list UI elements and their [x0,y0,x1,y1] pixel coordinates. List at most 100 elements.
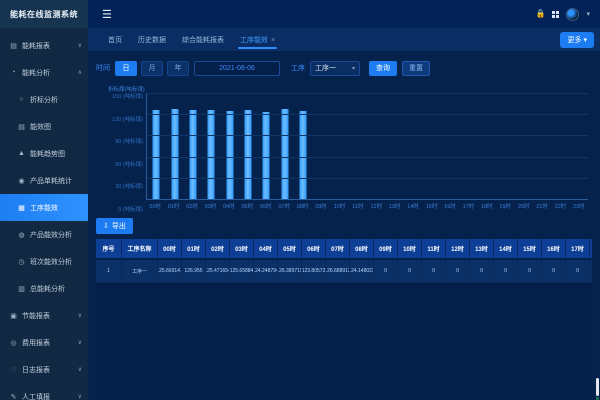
data-table: 序号工序名称00时01时02时03时04时05时06时07时08时09时10时1… [96,239,592,400]
sidebar-item-log-report[interactable]: ◌日志报表∨ [0,356,88,383]
saving-icon: ▣ [9,312,18,320]
x-tick-label: 04时 [220,200,238,211]
bar-06时 [263,112,270,199]
process-label: 工序 [291,63,305,73]
x-tick-label: 06时 [257,200,275,211]
table-cell-value: 126.389719 [278,260,302,283]
sidebar-item-label: 能耗报表 [22,41,78,51]
table-header-cell: 10时 [398,239,422,260]
x-tick-label: 19时 [496,200,514,211]
x-tick-label: 02时 [183,200,201,211]
x-tick-label: 13时 [385,200,403,211]
x-tick-label: 08时 [293,200,311,211]
edit-icon: ✎ [9,393,18,400]
sidebar-item-process-efficiency[interactable]: ▦ 工序能效 [0,194,88,221]
x-tick-label: 03时 [201,200,219,211]
sidebar: 能耗在线监测系统 ▤能耗报表∨◔能耗分析∧○折标分析▤能效图▲能耗趋势图◉产品单… [0,0,88,400]
more-button[interactable]: 更多▾ [560,32,594,48]
x-tick-label: 16时 [441,200,459,211]
x-tick-label: 14时 [404,200,422,211]
lock-icon[interactable]: 🔒 [536,10,546,18]
tab-历史数据[interactable]: 历史数据 [130,35,174,51]
table-cell-value: 0 [398,260,422,283]
process-icon: ▦ [17,204,26,212]
chevron-down-icon: ▾ [583,36,587,44]
date-input[interactable] [194,61,280,76]
sidebar-item-label: 总能耗分析 [30,284,82,294]
y-tick-label: 60 (吨标煤) [115,163,143,168]
tab-首页[interactable]: 首页 [100,35,130,51]
reset-button[interactable]: 重置 [402,61,430,76]
sidebar-item-saving-report[interactable]: ▣节能报表∨ [0,302,88,329]
scrollbar[interactable] [596,378,599,396]
content: 时间 日月年 工序 工序一 ▾ 查询 重置 折标煤(吨标煤) 150 (吨标煤)… [88,51,600,400]
export-button[interactable]: ⇩ 导出 [96,218,133,234]
bar-slot [368,93,386,199]
sidebar-item-label: 日志报表 [22,365,78,375]
sidebar-item-shift-efficiency[interactable]: ◷班次能效分析 [0,248,88,275]
period-button-月[interactable]: 月 [141,61,163,76]
tab-label: 历史数据 [138,37,166,44]
table-cell-value: 125.65884 [230,260,254,283]
table-header-cell: 02时 [206,239,230,260]
bar-03时 [208,110,215,199]
hamburger-icon[interactable]: ☰ [102,8,112,21]
table-cell-value: 126.955 [182,260,206,283]
tab-工序能效[interactable]: 工序能效× [232,35,283,51]
table-cell-value: 123.80573 [302,260,326,283]
table-header-cell: 08时 [350,239,374,260]
sidebar-item-manual-entry[interactable]: ✎人工填报∨ [0,383,88,400]
product-icon: ◍ [17,231,26,239]
bar-slot [239,93,257,199]
tabbar: 更多▾ 首页 历史数据 综合能耗报表工序能效× [88,28,600,51]
filter-bar: 时间 日月年 工序 工序一 ▾ 查询 重置 [96,57,592,79]
sidebar-item-label: 费用报表 [22,338,78,348]
tab-综合能耗报表[interactable]: 综合能耗报表 [174,35,232,51]
sidebar-item-energy-trend[interactable]: ▲能耗趋势图 [0,140,88,167]
x-tick-label: 00时 [146,200,164,211]
sidebar-item-product-efficiency[interactable]: ◍ 产品能效分析 [0,221,88,248]
x-tick-label: 12时 [367,200,385,211]
bar-04时 [226,111,233,199]
chevron-down-icon: ∨ [78,42,82,49]
process-select[interactable]: 工序一 ▾ [310,61,360,76]
table-cell-index: 1 [96,260,122,283]
sidebar-item-label: 产品能效分析 [30,230,82,240]
table-cell-value: 125.471654 [206,260,230,283]
sidebar-item-cost-report[interactable]: ◎费用报表∨ [0,329,88,356]
y-tick-label: 90 (吨标煤) [115,140,143,145]
close-icon[interactable]: × [271,37,275,44]
sidebar-item-label: 工序能效 [30,203,82,213]
bar-slot [386,93,404,199]
table-cell-value: 124.148023 [350,260,374,283]
x-tick-label: 23时 [570,200,588,211]
sidebar-item-standard-analysis[interactable]: ○折标分析 [0,86,88,113]
bar-07时 [281,109,288,199]
search-button[interactable]: 查询 [369,61,397,76]
bar-slot [312,93,330,199]
chevron-down-icon: ∨ [78,366,82,373]
chevron-down-icon[interactable]: ▾ [586,10,590,18]
period-button-日[interactable]: 日 [115,61,137,76]
avatar[interactable] [566,8,579,21]
grid-apps-icon[interactable] [552,11,559,18]
sidebar-item-energy-report[interactable]: ▤能耗报表∨ [0,32,88,59]
sidebar-item-label: 人工填报 [22,392,78,400]
sidebar-item-efficiency-map[interactable]: ▤能效图 [0,113,88,140]
sidebar-item-energy-analysis[interactable]: ◔能耗分析∧ [0,59,88,86]
bar-05时 [245,110,252,199]
table-cell-value: 0 [470,260,494,283]
x-tick-label: 09时 [312,200,330,211]
sidebar-item-product-unit-stats[interactable]: ◉产品单耗统计 [0,167,88,194]
plot-area [146,93,588,200]
period-button-年[interactable]: 年 [167,61,189,76]
chart-axis-title: 折标煤(吨标煤) [108,85,588,93]
sidebar-item-total-energy[interactable]: ▥总能耗分析 [0,275,88,302]
y-tick-label: 0 (吨标煤) [118,208,143,213]
bar-slot [184,93,202,199]
bar-slot [515,93,533,199]
chevron-down-icon: ▾ [352,65,355,72]
period-segment: 日月年 [115,61,189,76]
main-area: ☰ 🔒 ▾ 更多▾ 首页历史数据综合能耗报表工序能效× 时间 日月年 工序 [88,0,600,400]
table-cell-value: 0 [518,260,542,283]
